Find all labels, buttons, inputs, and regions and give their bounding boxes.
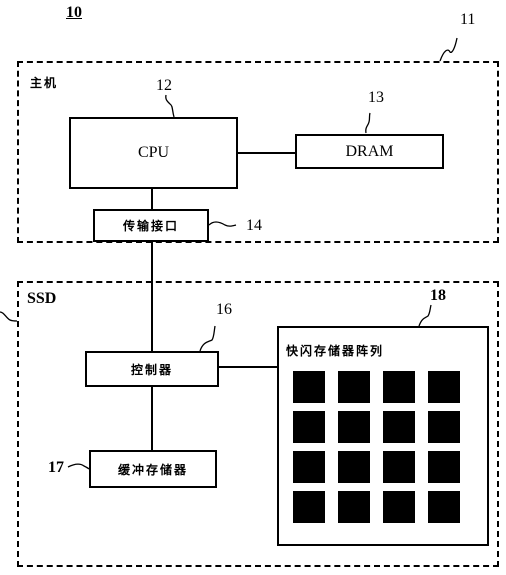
dram-leader-line [365,112,371,134]
controller-leader-line [199,325,216,352]
connection-lines [0,37,458,470]
ssd-leader-line [0,311,18,322]
flash-leader-line [418,304,432,327]
host-leader-line [439,37,458,62]
buffer-leader-line [67,463,90,470]
interface-leader-line [208,221,237,227]
cpu-leader-line [165,94,175,118]
